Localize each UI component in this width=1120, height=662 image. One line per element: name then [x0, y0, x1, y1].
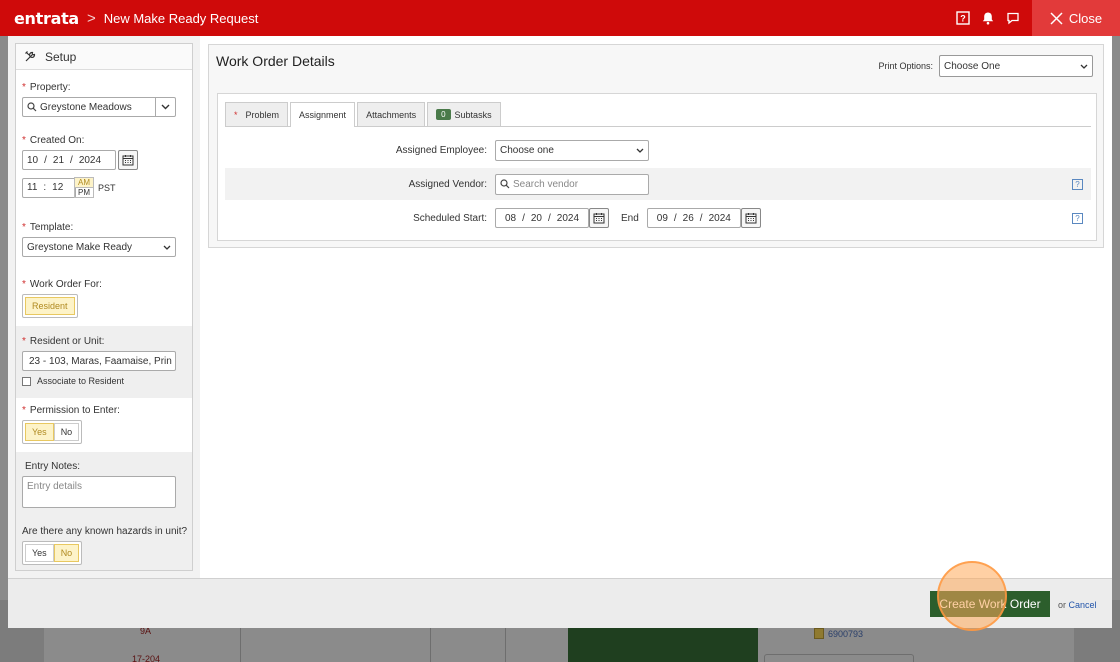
tab-attachments[interactable]: Attachments	[357, 102, 426, 126]
tab-subtasks[interactable]: 0 Subtasks	[427, 102, 501, 126]
tabs: * Problem Assignment Attachments 0 Subtask…	[225, 102, 501, 127]
template-select[interactable]: Greystone Make Ready	[22, 237, 176, 257]
permission-field: * Permission to Enter: Yes No	[16, 405, 192, 444]
chevron-down-icon	[163, 245, 171, 250]
vendor-search-input[interactable]: Search vendor	[495, 173, 649, 195]
search-icon	[27, 102, 37, 112]
create-work-order-button[interactable]: Create Work Order	[930, 591, 1050, 617]
timezone: PST	[98, 182, 116, 193]
hazards-field: Are there any known hazards in unit? Yes…	[16, 526, 192, 565]
work-order-for-toggle: Resident	[22, 294, 78, 318]
close-button[interactable]: Close	[1032, 0, 1120, 36]
background-row-label: 17-204	[132, 654, 161, 662]
work-order-panel: Work Order Details Print Options: Choose…	[208, 44, 1104, 248]
work-order-title: Work Order Details	[216, 53, 335, 69]
entrata-logo[interactable]: entrata	[14, 9, 79, 28]
assigned-employee-row: Assigned Employee: Choose one	[225, 134, 1091, 166]
permission-toggle: Yes No	[22, 420, 83, 444]
close-label: Close	[1068, 10, 1103, 26]
print-options: Print Options: Choose One	[878, 55, 1093, 77]
scheduled-start-row: Scheduled Start: 08/ 20/ 2024 End 09/ 26…	[225, 202, 1091, 234]
document-icon	[814, 628, 824, 639]
chevron-down-icon[interactable]	[155, 98, 175, 116]
assigned-employee-select[interactable]: Choose one	[495, 139, 649, 161]
hazards-yes[interactable]: Yes	[25, 544, 54, 562]
start-date-input[interactable]: 08/ 20/ 2024	[495, 208, 589, 228]
hazards-toggle: Yes No	[22, 541, 83, 565]
permission-yes[interactable]: Yes	[25, 423, 54, 441]
am-option[interactable]: AM	[75, 178, 93, 187]
schedule-help-icon[interactable]: ?	[1072, 212, 1083, 224]
tools-icon	[25, 51, 36, 62]
page-title: New Make Ready Request	[103, 10, 259, 26]
top-bar: entrata > New Make Ready Request ? Close	[0, 0, 1120, 36]
permission-no[interactable]: No	[53, 423, 80, 441]
svg-text:?: ?	[960, 13, 966, 23]
pm-option[interactable]: PM	[75, 187, 93, 197]
ampm-toggle: AM PM	[74, 177, 94, 198]
associate-checkbox[interactable]	[22, 376, 31, 386]
or-cancel: or Cancel	[1058, 600, 1097, 610]
created-time-input[interactable]: 11: 12	[22, 177, 76, 198]
top-icons: ?	[955, 10, 1020, 25]
background-box	[764, 654, 914, 662]
created-date-input[interactable]: 10/ 21/ 2024	[22, 150, 116, 170]
setup-header: Setup	[16, 44, 192, 70]
tab-assignment[interactable]: Assignment	[290, 102, 356, 127]
chat-icon[interactable]	[1005, 10, 1020, 25]
property-field: * Property: Greystone Meadows	[16, 82, 192, 117]
bell-icon[interactable]	[980, 10, 995, 25]
background-link: 6900793	[814, 628, 863, 639]
setup-sidebar: Setup * Property: Greystone Meadows * Crea…	[15, 43, 193, 571]
calendar-icon[interactable]	[740, 208, 761, 228]
end-date-input[interactable]: 09/ 26/ 2024	[646, 208, 741, 228]
property-select[interactable]: Greystone Meadows	[22, 97, 176, 117]
created-on-field: * Created On: 10/ 21/ 2024 11: 12 AM PM …	[16, 135, 192, 198]
print-options-select[interactable]: Choose One	[939, 55, 1093, 77]
close-icon	[1050, 11, 1063, 25]
resident-option[interactable]: Resident	[25, 297, 75, 315]
main-area: Work Order Details Print Options: Choose…	[200, 36, 1112, 578]
template-field: * Template: Greystone Make Ready	[16, 222, 192, 257]
end-label: End	[621, 212, 639, 224]
help-icon[interactable]: ?	[955, 10, 970, 25]
tab-panel: * Problem Assignment Attachments 0 Subtask…	[217, 93, 1097, 241]
chevron-down-icon	[636, 148, 644, 153]
tab-problem[interactable]: * Problem	[225, 102, 289, 126]
calendar-icon[interactable]	[589, 208, 609, 228]
search-icon	[500, 179, 510, 189]
entry-notes-field: Entry Notes: Entry details	[16, 461, 192, 508]
associate-label: Associate to Resident	[37, 376, 125, 386]
vendor-help-icon[interactable]: ?	[1072, 178, 1083, 190]
cancel-link[interactable]: Cancel	[1069, 600, 1097, 610]
chevron-down-icon	[1080, 64, 1088, 69]
resident-field: * Resident or Unit: 23 - 103, Maras, Faam…	[16, 336, 192, 386]
modal-footer: Create Work Order or Cancel	[8, 561, 1112, 631]
breadcrumb-separator: >	[86, 9, 96, 27]
work-order-for-field: * Work Order For: Resident	[16, 279, 192, 318]
assigned-vendor-row: Assigned Vendor: Search vendor ?	[225, 168, 1091, 200]
hazards-no[interactable]: No	[53, 544, 80, 562]
resident-search-input[interactable]: 23 - 103, Maras, Faamaise, Prin	[22, 351, 176, 371]
entry-notes-input[interactable]: Entry details	[22, 476, 176, 508]
calendar-icon[interactable]	[118, 150, 138, 170]
make-ready-modal: Setup * Property: Greystone Meadows * Crea…	[8, 36, 1112, 631]
subtasks-count-badge: 0	[436, 109, 451, 120]
